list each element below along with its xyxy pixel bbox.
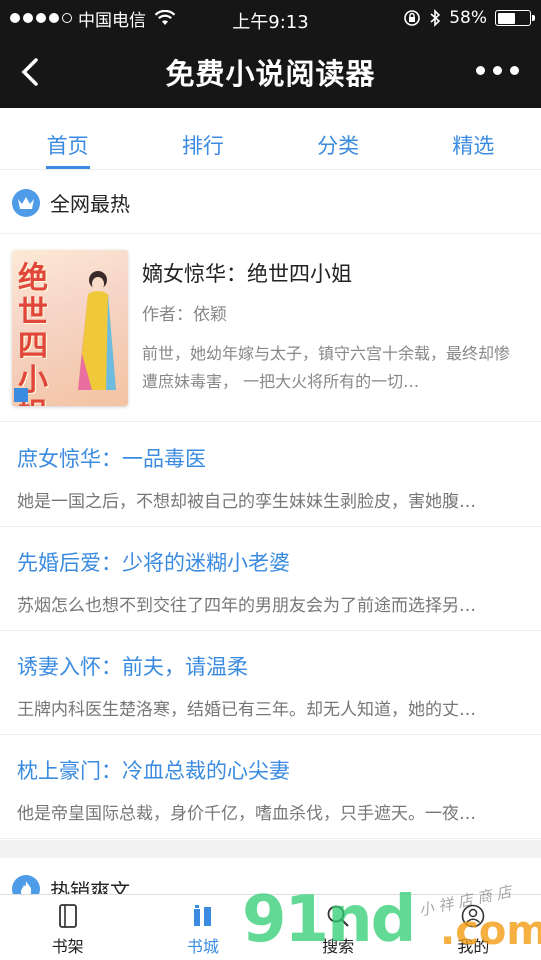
category-tabs: 首页 排行 分类 精选 xyxy=(0,108,541,170)
tab-home[interactable]: 首页 xyxy=(0,108,135,169)
tab-category[interactable]: 分类 xyxy=(271,108,406,169)
featured-author: 作者：依颖 xyxy=(142,305,227,325)
status-bar: 中国电信 上午9:13 58% xyxy=(0,0,541,36)
featured-book[interactable]: 绝世四小姐 嫡女惊华：绝世四小姐 作者：依颖 前世，她幼年嫁与太子，镇守六宫十余… xyxy=(0,234,541,422)
bottom-tab-label: 搜索 xyxy=(322,937,355,956)
tab-featured[interactable]: 精选 xyxy=(406,108,541,169)
bottom-tab-search[interactable]: 搜索 xyxy=(271,895,406,960)
section-header-hot: 全网最热 xyxy=(0,172,541,234)
bottom-tab-mine[interactable]: 我的 xyxy=(406,895,541,960)
more-menu-icon[interactable] xyxy=(476,66,519,75)
book-description: 他是帝皇国际总裁，身价千亿，嗜血杀伐，只手遮天。一夜… xyxy=(17,804,476,824)
bookstore-icon xyxy=(193,905,211,926)
page-title: 免费小说阅读器 xyxy=(165,57,376,91)
top-bar: 中国电信 上午9:13 58% 免费小说阅读器 xyxy=(0,0,541,108)
bottom-tab-label: 书架 xyxy=(51,937,84,956)
section-divider xyxy=(0,840,541,858)
book-title[interactable]: 枕上豪门：冷血总裁的心尖妻 xyxy=(17,755,541,785)
list-item[interactable]: 庶女惊华：一品毒医 她是一国之后，不想却被自己的孪生妹妹生剥脸皮，害她腹… xyxy=(0,423,541,527)
user-icon xyxy=(462,904,485,928)
book-description: 王牌内科医生楚洛寒，结婚已有三年。却无人知道，她的丈… xyxy=(17,700,476,720)
book-description: 她是一国之后，不想却被自己的孪生妹妹生剥脸皮，害她腹… xyxy=(17,492,476,512)
clock: 上午9:13 xyxy=(232,12,309,33)
bottom-tab-bookshelf[interactable]: 书架 xyxy=(0,895,135,960)
tab-ranking[interactable]: 排行 xyxy=(135,108,270,169)
bookshelf-icon xyxy=(58,904,77,928)
nav-bar: 免费小说阅读器 xyxy=(0,36,541,108)
book-title[interactable]: 先婚后爱：少将的迷糊小老婆 xyxy=(17,547,541,577)
cover-title-art: 绝世四小姐 xyxy=(18,261,48,407)
publisher-badge xyxy=(14,388,28,402)
bottom-tab-label: 我的 xyxy=(457,937,490,956)
bottom-tab-label: 书城 xyxy=(186,937,219,956)
book-title[interactable]: 庶女惊华：一品毒医 xyxy=(17,443,541,473)
list-item[interactable]: 先婚后爱：少将的迷糊小老婆 苏烟怎么也想不到交往了四年的男朋友会为了前途而选择另… xyxy=(0,527,541,631)
crown-icon xyxy=(12,188,40,217)
section-title: 全网最热 xyxy=(50,192,130,216)
book-cover[interactable]: 绝世四小姐 xyxy=(12,250,128,406)
book-description: 苏烟怎么也想不到交往了四年的男朋友会为了前途而选择另… xyxy=(17,596,476,616)
featured-description: 前世，她幼年嫁与太子，镇守六宫十余载，最终却惨遭庶妹毒害， 一把大火将所有的一切… xyxy=(142,344,511,391)
cover-figure xyxy=(78,271,116,390)
list-item[interactable]: 诱妻入怀：前夫，请温柔 王牌内科医生楚洛寒，结婚已有三年。却无人知道，她的丈… xyxy=(0,631,541,735)
back-arrow-icon[interactable] xyxy=(16,54,46,90)
featured-title[interactable]: 嫡女惊华：绝世四小姐 xyxy=(142,258,352,288)
list-item[interactable]: 枕上豪门：冷血总裁的心尖妻 他是帝皇国际总裁，身价千亿，嗜血杀伐，只手遮天。一夜… xyxy=(0,735,541,839)
battery-icon xyxy=(495,10,535,26)
book-title[interactable]: 诱妻入怀：前夫，请温柔 xyxy=(17,651,541,681)
bottom-tab-bookstore[interactable]: 书城 xyxy=(135,895,270,960)
bottom-tab-bar: 书架 书城 搜索 我的 xyxy=(0,894,541,960)
search-icon xyxy=(327,905,349,927)
